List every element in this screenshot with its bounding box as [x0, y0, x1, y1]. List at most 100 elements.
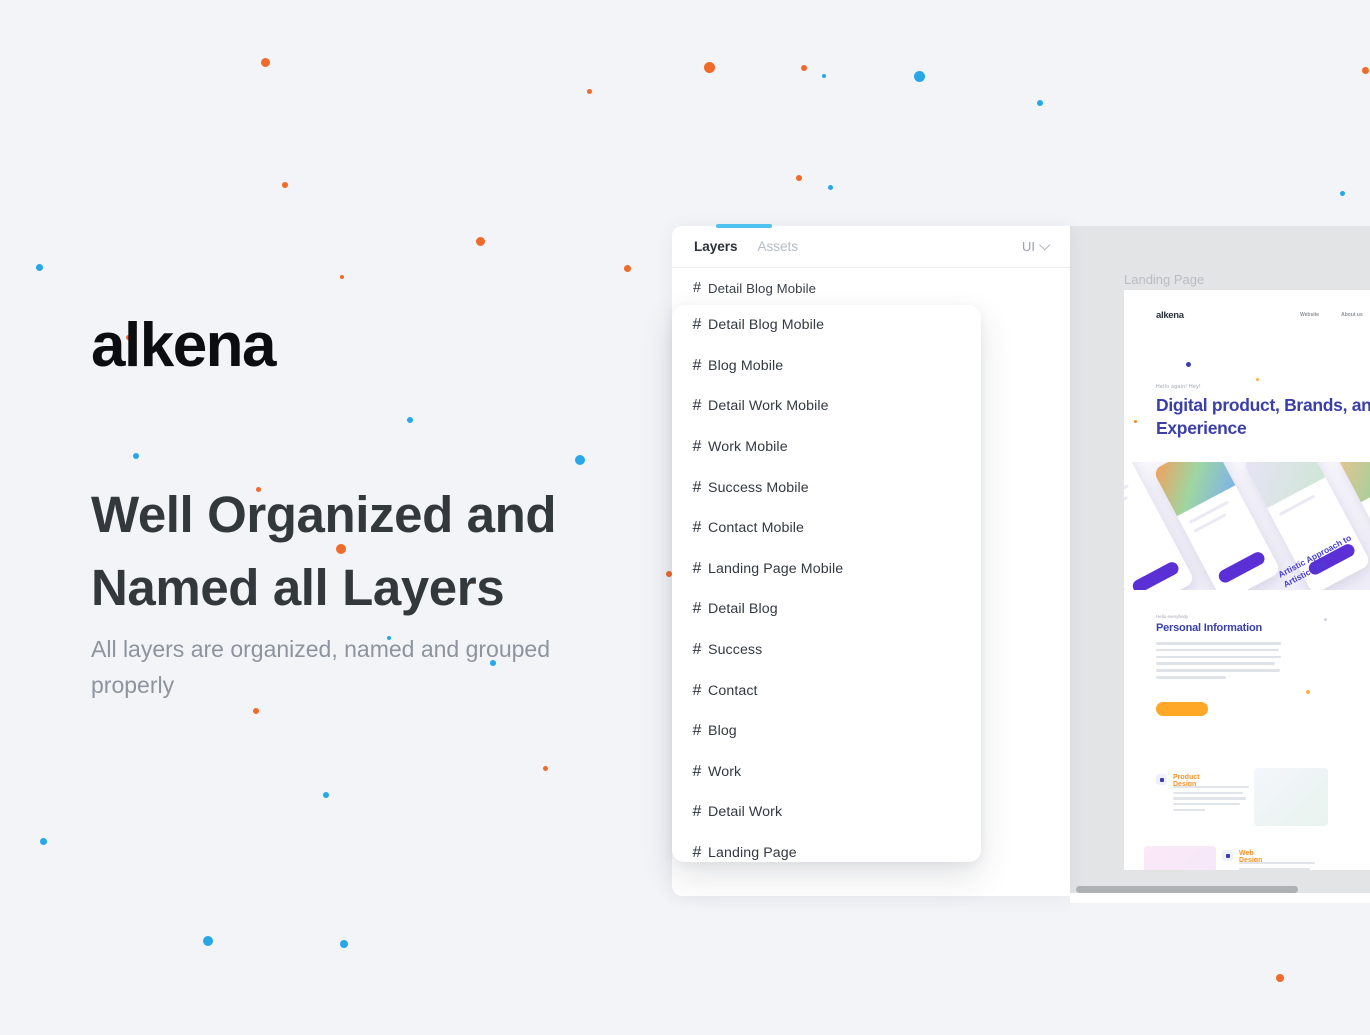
- frame-hash-icon: #: [692, 559, 702, 577]
- frame-hash-icon: #: [692, 722, 702, 740]
- layer-name: Blog Mobile: [708, 357, 784, 374]
- decorative-dot: [586, 88, 592, 94]
- service-paragraph: [1173, 786, 1249, 814]
- layer-row[interactable]: # Detail Work Mobile: [672, 386, 981, 427]
- artboard-navbar: alkena Website About us Linkedin: [1124, 290, 1370, 346]
- layer-name: Detail Blog Mobile: [708, 280, 817, 296]
- canvas-horizontal-scrollbar[interactable]: [1076, 886, 1298, 893]
- layer-name: Success Mobile: [708, 479, 809, 496]
- layer-row[interactable]: # Contact: [672, 670, 981, 711]
- frame-hash-icon: #: [692, 478, 702, 496]
- decorative-dot: [203, 936, 213, 946]
- artboard-personal-button: [1156, 702, 1208, 716]
- layer-name: Work Mobile: [708, 439, 788, 456]
- layer-row[interactable]: # Landing Page Mobile: [672, 549, 981, 590]
- layer-name: Contact Mobile: [708, 520, 805, 537]
- service-illustration: [1144, 846, 1216, 870]
- decorative-dot: [575, 455, 585, 465]
- panel-header: Layers Assets UI: [672, 226, 1070, 268]
- layer-row[interactable]: # Success: [672, 630, 981, 671]
- layer-name: Detail Work: [708, 804, 783, 821]
- page-select-value: UI: [1022, 239, 1035, 254]
- layer-name: Work: [708, 763, 742, 780]
- frame-hash-icon: #: [692, 844, 702, 862]
- artboard-hero-title: Digital product, Brands, and Experience: [1156, 395, 1370, 439]
- frame-hash-icon: #: [692, 356, 702, 374]
- page-root: alkena Well Organized and Named all Laye…: [0, 0, 1370, 1035]
- artboard-label: Landing Page: [1124, 272, 1205, 287]
- artboard-nav-link: Website: [1300, 312, 1320, 318]
- layer-name: Blog: [708, 723, 737, 740]
- layer-name: Landing Page: [708, 845, 797, 862]
- artboard-logo: alkena: [1156, 310, 1184, 321]
- decorative-dot: [822, 74, 826, 78]
- layer-name: Success: [708, 642, 763, 659]
- frame-hash-icon: #: [692, 519, 702, 537]
- service-icon: [1156, 774, 1167, 785]
- artboard-mockup-band: Artistic Approach to Artistic Life: [1124, 462, 1370, 590]
- artboard-dot: [1306, 690, 1310, 694]
- page-subheadline: All layers are organized, named and grou…: [91, 636, 551, 698]
- page-headline: Well Organized and Named all Layers: [91, 486, 557, 617]
- frame-hash-icon: #: [692, 641, 702, 659]
- frame-hash-icon: #: [692, 762, 702, 780]
- artboard-dot: [1186, 362, 1191, 367]
- brand-logo: alkena: [91, 311, 277, 380]
- layer-row[interactable]: # Blog Mobile: [672, 346, 981, 387]
- frame-hash-icon: #: [692, 600, 702, 618]
- layer-row-base[interactable]: # Detail Blog Mobile: [672, 268, 1070, 309]
- decorative-dot: [796, 175, 802, 181]
- decorative-dot: [260, 57, 270, 67]
- layer-row[interactable]: # Landing Page: [672, 833, 981, 862]
- service-paragraph: [1239, 862, 1315, 870]
- frame-hash-icon: #: [692, 803, 702, 821]
- layer-list-card[interactable]: # Detail Blog Mobile # Blog Mobile # Detail W…: [672, 305, 981, 862]
- brand-block: alkena: [91, 315, 651, 377]
- decorative-dot: [1339, 190, 1345, 196]
- service-icon: [1222, 850, 1233, 861]
- service-illustration: [1254, 768, 1328, 826]
- decorative-dot: [39, 837, 47, 845]
- artboard-dot: [1256, 378, 1259, 381]
- layer-row[interactable]: # Detail Blog Mobile: [672, 305, 981, 346]
- decorative-dot: [133, 453, 139, 459]
- layer-name: Detail Blog: [708, 601, 778, 618]
- page-select-dropdown[interactable]: UI: [1022, 238, 1051, 254]
- frame-hash-icon: #: [692, 397, 702, 415]
- design-canvas[interactable]: Landing Page alkena Website About us Lin…: [1070, 226, 1370, 896]
- decorative-dot: [623, 264, 631, 272]
- decorative-dot: [913, 70, 925, 82]
- layer-row[interactable]: # Detail Work: [672, 792, 981, 833]
- frame-hash-icon: #: [692, 438, 702, 456]
- artboard-nav-links: Website About us Linkedin: [1300, 312, 1370, 318]
- layer-row[interactable]: # Work: [672, 752, 981, 793]
- layer-row[interactable]: # Contact Mobile: [672, 508, 981, 549]
- artboard-landing-page[interactable]: alkena Website About us Linkedin Hello a…: [1124, 290, 1370, 870]
- artboard-personal-paragraph: [1156, 642, 1281, 683]
- layer-name: Contact: [708, 682, 758, 699]
- active-tab-accent-bar: [716, 224, 772, 228]
- decorative-dot: [801, 65, 807, 71]
- layer-row[interactable]: # Detail Blog: [672, 589, 981, 630]
- layer-row[interactable]: # Success Mobile: [672, 467, 981, 508]
- decorative-dot: [1037, 100, 1043, 106]
- decorative-dot: [340, 275, 344, 279]
- chevron-down-icon: [1039, 238, 1051, 251]
- layer-row[interactable]: # Work Mobile: [672, 427, 981, 468]
- tab-layers[interactable]: Layers: [694, 239, 738, 254]
- decorative-dot: [475, 236, 485, 246]
- frame-hash-icon: #: [692, 280, 702, 297]
- decorative-dot: [703, 61, 715, 73]
- tab-assets[interactable]: Assets: [758, 239, 799, 254]
- frame-hash-icon: #: [692, 316, 702, 334]
- artboard-personal-eyebrow: Hello everybody: [1156, 614, 1189, 619]
- artboard-personal-title: Personal Information: [1156, 622, 1263, 634]
- artboard-dot: [1324, 618, 1327, 621]
- artboard-nav-link: About us: [1341, 312, 1363, 318]
- decorative-dot: [323, 792, 329, 798]
- canvas-bottom-edge: [1070, 893, 1370, 903]
- decorative-dot: [282, 182, 288, 188]
- layer-row[interactable]: # Blog: [672, 711, 981, 752]
- layer-name: Detail Blog Mobile: [708, 317, 825, 334]
- frame-hash-icon: #: [692, 681, 702, 699]
